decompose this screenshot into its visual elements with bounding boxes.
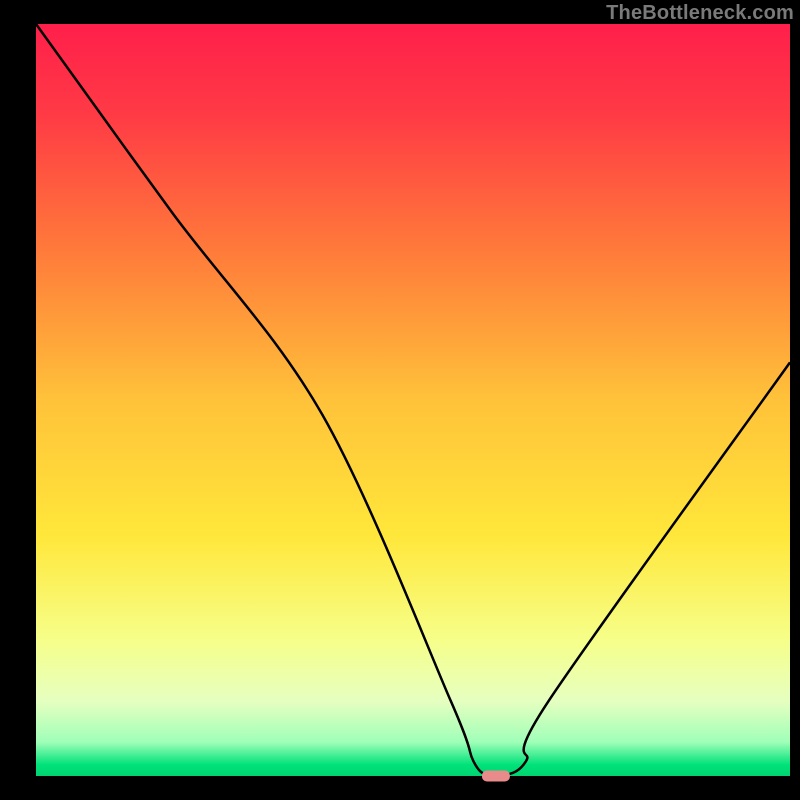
chart-frame: TheBottleneck.com bbox=[0, 0, 800, 800]
chart-svg bbox=[0, 0, 800, 800]
plot-background bbox=[36, 24, 790, 776]
watermark-text: TheBottleneck.com bbox=[606, 2, 794, 25]
optimal-marker bbox=[482, 771, 510, 782]
